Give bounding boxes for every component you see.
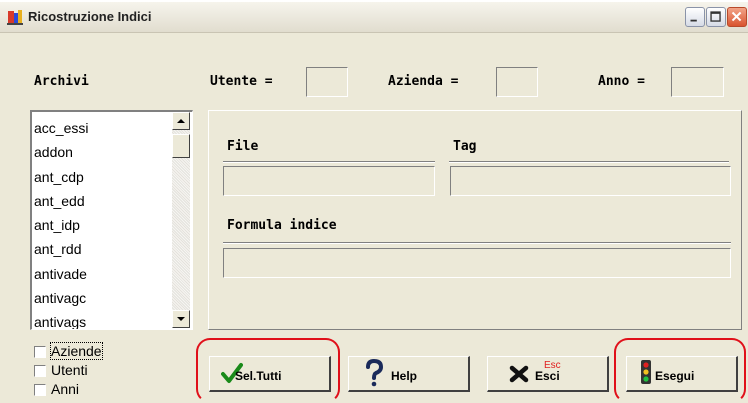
- checkbox-box[interactable]: [34, 384, 46, 396]
- utente-field[interactable]: [306, 67, 348, 97]
- arrow-up-icon: [177, 119, 185, 123]
- scroll-thumb[interactable]: [172, 134, 190, 158]
- detail-panel: File Tag Formula indice: [208, 110, 742, 330]
- archivi-label: Archivi: [34, 74, 89, 89]
- help-label: Help: [391, 369, 418, 383]
- list-item[interactable]: acc_essi: [34, 116, 169, 140]
- checkbox-utenti[interactable]: Utenti: [34, 362, 124, 379]
- checkbox-box[interactable]: [34, 365, 46, 377]
- list-item[interactable]: ant_edd: [34, 189, 169, 213]
- utente-label: Utente =: [210, 74, 273, 89]
- checkbox-box[interactable]: [34, 346, 46, 358]
- close-icon: [731, 11, 742, 22]
- arrow-down-icon: [177, 317, 185, 321]
- scroll-down-button[interactable]: [172, 310, 190, 328]
- list-item[interactable]: antivade: [34, 262, 169, 286]
- close-button[interactable]: [727, 7, 747, 27]
- anno-field[interactable]: [671, 67, 724, 97]
- help-button[interactable]: Help: [348, 356, 470, 392]
- question-mark-icon: [366, 359, 384, 387]
- highlight-sel-tutti: [196, 338, 340, 403]
- checkbox-label: Utenti: [51, 362, 88, 378]
- maximize-button[interactable]: [706, 7, 726, 27]
- azienda-label: Azienda =: [388, 74, 459, 89]
- list-item[interactable]: antivagc: [34, 286, 169, 310]
- archivi-scrollbar[interactable]: [172, 112, 190, 328]
- cross-icon: [509, 365, 529, 383]
- azienda-field[interactable]: [496, 67, 538, 97]
- list-item[interactable]: ant_idp: [34, 213, 169, 237]
- list-item[interactable]: ant_cdp: [34, 165, 169, 189]
- window-title: Ricostruzione Indici: [28, 9, 152, 24]
- file-label: File: [227, 139, 259, 154]
- scroll-up-button[interactable]: [172, 112, 190, 130]
- maximize-icon: [710, 11, 721, 22]
- file-field[interactable]: [223, 166, 435, 196]
- ricostruzione-indici-window: Ricostruzione Indici Archivi Utente = Az…: [0, 2, 748, 403]
- checkbox-anni[interactable]: Anni: [34, 381, 124, 398]
- anno-label: Anno =: [598, 74, 645, 89]
- checkbox-aziende[interactable]: Aziende: [34, 342, 124, 360]
- esci-label: Esci: [535, 369, 560, 383]
- minimize-icon: [690, 19, 697, 22]
- archivi-list: acc_essi addon ant_cdp ant_edd ant_idp a…: [34, 116, 169, 329]
- minimize-button[interactable]: [685, 7, 705, 27]
- archivi-listbox[interactable]: acc_essi addon ant_cdp ant_edd ant_idp a…: [30, 110, 193, 330]
- file-divider: [223, 161, 435, 163]
- esci-button[interactable]: Esc Esci: [487, 356, 609, 392]
- formula-indice-label: Formula indice: [227, 218, 337, 233]
- title-bar[interactable]: Ricostruzione Indici: [0, 2, 748, 33]
- tag-field[interactable]: [450, 166, 731, 196]
- formula-indice-field[interactable]: [223, 248, 731, 278]
- highlight-esegui: [614, 338, 746, 403]
- checkbox-label: Aziende: [50, 342, 103, 360]
- tag-label: Tag: [453, 139, 477, 154]
- list-item[interactable]: addon: [34, 140, 169, 164]
- tag-divider: [449, 161, 729, 163]
- app-icon: [7, 10, 23, 25]
- formula-divider: [223, 242, 731, 244]
- checkbox-label: Anni: [51, 381, 80, 397]
- list-item[interactable]: antivags: [34, 310, 169, 329]
- list-item[interactable]: ant_rdd: [34, 237, 169, 261]
